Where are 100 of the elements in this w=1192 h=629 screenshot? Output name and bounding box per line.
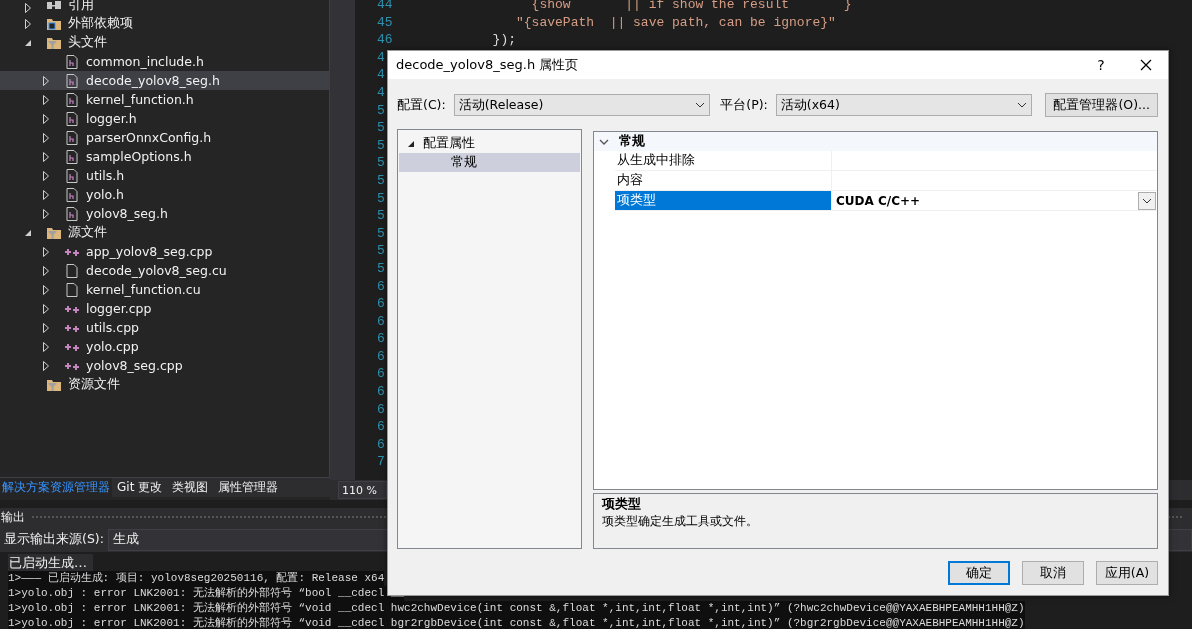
collapsed-arrow-icon [40,112,52,125]
tree-item[interactable]: yolo.h [0,185,329,204]
line-number: 44 [377,0,394,14]
expanded-arrow-icon [407,139,415,148]
line-number: 5 [377,136,386,155]
tree-item[interactable]: app_yolov8_seg.cpp [0,242,329,261]
tree-item[interactable]: 引用 [0,0,329,14]
file-icon [64,281,80,298]
configuration-dropdown[interactable]: 活动(Release) [453,94,711,116]
line-number: 45 [377,13,394,32]
tree-item[interactable]: sampleOptions.h [0,147,329,166]
header-file-icon [64,91,80,108]
description-text: 项类型确定生成工具或文件。 [602,513,759,530]
line-number: 4 [377,48,386,67]
tree-item[interactable]: decode_yolov8_seg.cu [0,261,329,280]
tree-item[interactable]: yolov8_seg.cpp [0,356,329,375]
tree-item[interactable]: kernel_function.h [0,90,329,109]
panel-tab[interactable]: 类视图 [167,478,214,497]
line-number: 5 [377,189,386,208]
collapsed-arrow-icon [40,283,52,296]
platform-dropdown[interactable]: 活动(x64) [775,94,1033,116]
panel-title: 输出 [0,509,26,526]
collapsed-arrow-icon [40,321,52,334]
header-file-icon [64,72,80,89]
collapsed-arrow-icon [40,188,52,201]
line-number: 7 [377,453,386,472]
line-number: 5 [377,154,386,172]
line-number: 5 [377,171,386,190]
header-file-icon [64,53,80,70]
dialog-button[interactable]: 确定 [948,561,1010,585]
dialog-title: decode_yolov8_seg.h 属性页 [396,56,580,74]
panel-tab[interactable]: 解决方案资源管理器 [0,478,112,497]
collapsed-arrow-icon [22,17,34,30]
collapsed-arrow-icon [40,74,52,87]
nav-item[interactable]: 常规 [399,153,580,172]
line-number: 6 [377,312,386,331]
code-line: "{savePath || save path, can be ignore}" [515,13,837,32]
collapsed-arrow-icon [40,302,52,315]
tree-item[interactable]: logger.h [0,109,329,128]
property-value: CUDA C/C++ [836,193,921,208]
line-number: 5 [377,119,386,137]
line-number: 6 [377,400,386,419]
header-file-icon [64,186,80,203]
line-number: 5 [377,259,386,278]
panel-tab[interactable]: Git 更改 [112,478,168,497]
tree-item[interactable]: parserOnnxConfig.h [0,128,329,147]
tree-item[interactable]: utils.cpp [0,318,329,337]
tree-item[interactable]: 资源文件 [0,375,329,394]
build-status: 已启动生成… [8,554,93,571]
property-name[interactable]: 从生成中排除 [615,151,832,170]
line-number: 5 [377,207,386,225]
configuration-manager-button[interactable]: 配置管理器(O)... [1045,93,1158,117]
collapsed-arrow-icon [40,264,52,277]
collapsed-arrow-icon [40,359,52,372]
header-file-icon [64,205,80,222]
header-file-icon [64,167,80,184]
description-title: 项类型 [602,496,642,513]
collapsed-arrow-icon [40,169,52,182]
code-line: }); [491,31,518,49]
nav-item[interactable]: 配置属性 [398,134,581,153]
line-number: 6 [377,365,386,384]
line-number: 6 [377,295,386,313]
panel-tab[interactable]: 属性管理器 [213,478,284,497]
collapsed-arrow-icon [40,207,52,220]
caret-icon [1017,102,1028,108]
category-header[interactable]: 常规 [594,132,1157,151]
tree-item[interactable]: kernel_function.cu [0,280,329,299]
collapsed-arrow-icon [40,93,52,106]
file-icon [64,262,80,279]
tree-item[interactable]: yolo.cpp [0,337,329,356]
tree-item[interactable]: utils.h [0,166,329,185]
property-name[interactable]: 内容 [615,171,832,190]
line-number: 6 [377,347,386,366]
close-icon [1140,59,1152,71]
tree-item[interactable]: logger.cpp [0,299,329,318]
collapsed-arrow-icon [40,340,52,353]
tree-item[interactable]: decode_yolov8_seg.h [0,71,329,90]
tree-item[interactable]: 外部依赖项 [0,14,329,33]
field-label: 配置(C): [397,96,446,114]
header-file-icon [64,148,80,165]
dropdown-button[interactable] [1138,191,1156,210]
dialog-button[interactable]: 应用(A) [1096,561,1158,585]
caret-icon [695,102,706,108]
line-number: 6 [377,330,386,348]
zoom-dropdown[interactable]: 110 % [338,481,387,499]
tree-item[interactable]: common_include.h [0,52,329,71]
line-number: 46 [377,31,394,49]
tree-item[interactable]: yolov8_seg.h [0,204,329,223]
dialog-button[interactable]: 取消 [1022,561,1084,585]
caret-icon [1142,197,1152,204]
header-file-icon [64,129,80,146]
help-button[interactable]: ? [1086,51,1116,79]
field-label: 显示输出来源(S): [3,531,105,548]
field-label: 平台(P): [720,96,768,114]
tree-item[interactable]: 源文件 [0,223,329,242]
collapsed-arrow-icon [40,245,52,258]
tree-item[interactable]: 头文件 [0,33,329,52]
collapsed-arrow-icon [40,131,52,144]
property-name[interactable]: 项类型 [615,191,832,210]
line-number: 6 [377,277,386,296]
